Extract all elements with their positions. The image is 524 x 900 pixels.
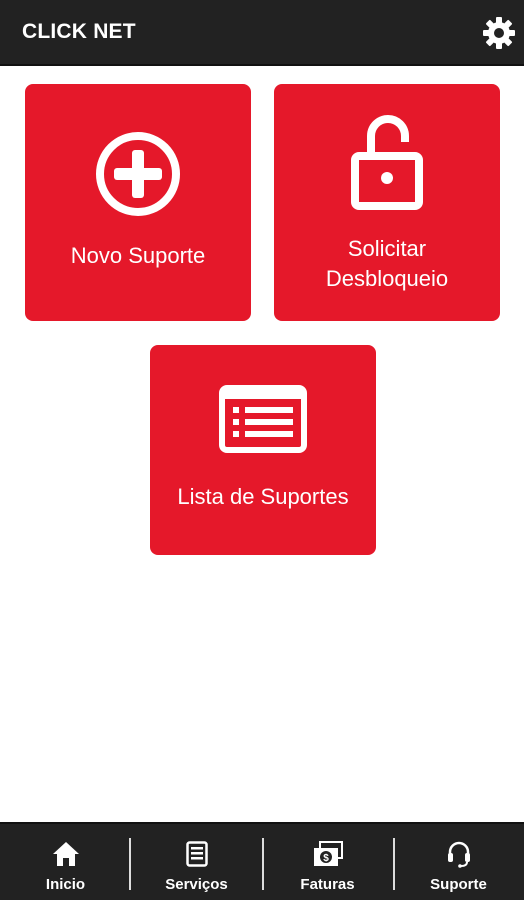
nav-item-suporte[interactable]: Suporte <box>393 824 524 900</box>
app-title: CLICK NET <box>22 20 136 43</box>
list-icon <box>150 385 376 453</box>
nav-label-servicos: Serviços <box>165 876 228 893</box>
money-icon: $ <box>313 840 343 868</box>
label-line-2: Desbloqueio <box>325 266 449 291</box>
svg-text:$: $ <box>323 853 329 864</box>
label-line-1: Solicitar <box>347 236 427 261</box>
nav-item-faturas[interactable]: $ Faturas <box>262 824 393 900</box>
nav-label-faturas: Faturas <box>300 876 355 893</box>
nav-divider <box>393 838 395 890</box>
solicitar-desbloqueio-label: Solicitar Desbloqueio <box>274 234 500 294</box>
nav-divider <box>262 838 264 890</box>
gear-icon <box>483 17 515 49</box>
app-bar: CLICK NET <box>0 0 524 66</box>
document-icon <box>185 840 208 868</box>
nav-divider <box>129 838 131 890</box>
settings-button[interactable] <box>478 12 520 54</box>
novo-suporte-label: Novo Suporte <box>70 243 206 268</box>
unlock-icon <box>274 112 500 210</box>
nav-label-suporte: Suporte <box>430 876 487 893</box>
lista-de-suportes-tile[interactable]: Lista de Suportes <box>150 345 376 555</box>
solicitar-desbloqueio-tile[interactable]: Solicitar Desbloqueio <box>274 84 500 321</box>
novo-suporte-tile[interactable]: Novo Suporte <box>25 84 251 321</box>
home-icon <box>52 840 80 868</box>
headset-icon <box>446 840 472 868</box>
nav-label-inicio: Inicio <box>45 876 86 893</box>
lista-de-suportes-label: Lista de Suportes <box>177 484 349 509</box>
nav-item-inicio[interactable]: Inicio <box>0 824 131 900</box>
nav-item-servicos[interactable]: Serviços <box>131 824 262 900</box>
plus-circle-icon <box>25 130 251 218</box>
